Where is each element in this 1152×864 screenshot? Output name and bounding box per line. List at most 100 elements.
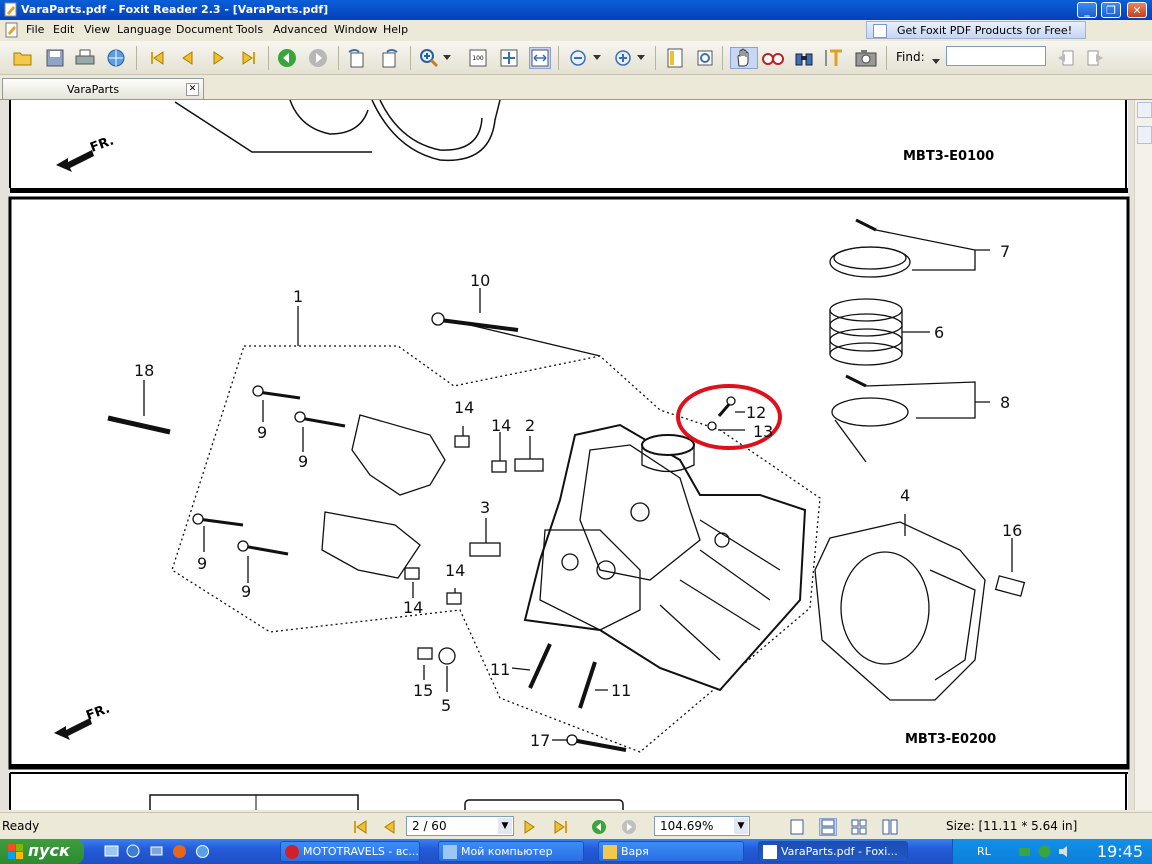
continuous-page-icon[interactable]: [694, 47, 716, 69]
find-next-icon[interactable]: [1085, 47, 1107, 69]
callout-18: 18: [134, 361, 154, 380]
status-forward-icon[interactable]: [620, 818, 638, 836]
callout-12: 12: [746, 403, 766, 422]
next-page-icon[interactable]: [208, 47, 230, 69]
status-previous-page-icon[interactable]: [380, 818, 398, 836]
tray-messenger-icon[interactable]: [1037, 844, 1052, 859]
callout-1: 1: [293, 287, 303, 306]
continuous-facing-view-icon[interactable]: [881, 818, 899, 836]
document-menu-icon[interactable]: [4, 22, 20, 38]
quicklaunch-network-icon[interactable]: [149, 844, 164, 859]
pdf-pages: FR. MBT3-E0100 1 2 3 4 5 6 7 8 9 9 9 9 1…: [0, 100, 1134, 810]
zoom-plus-icon[interactable]: [612, 47, 634, 69]
page-dropdown-chevron-icon[interactable]: ▼: [498, 818, 512, 834]
zoom-dropdown-chevron-icon[interactable]: [440, 47, 454, 69]
go-back-icon[interactable]: [276, 47, 298, 69]
quicklaunch-desktop-icon[interactable]: [104, 844, 119, 859]
promo-banner[interactable]: Get Foxit PDF Products for Free!: [866, 21, 1086, 39]
zoom-in-icon[interactable]: [418, 47, 440, 69]
rotate-right-icon[interactable]: [378, 47, 400, 69]
start-label: пуск: [28, 841, 70, 860]
zoom-level-text: 104.69%: [660, 819, 714, 833]
zoom-out-icon[interactable]: [567, 47, 589, 69]
language-indicator[interactable]: RL: [977, 845, 991, 858]
menu-help[interactable]: Help: [383, 23, 408, 36]
first-page-icon[interactable]: [146, 47, 168, 69]
callout-9b: 9: [298, 452, 308, 471]
menu-advanced[interactable]: Advanced: [273, 23, 327, 36]
save-icon[interactable]: [44, 47, 66, 69]
status-back-icon[interactable]: [590, 818, 608, 836]
quicklaunch-firefox-icon[interactable]: [172, 844, 187, 859]
menu-language[interactable]: Language: [117, 23, 171, 36]
find-binoculars-icon[interactable]: [793, 47, 815, 69]
status-first-page-icon[interactable]: [351, 818, 369, 836]
zoom-level-chevron-icon[interactable]: ▼: [734, 818, 748, 834]
callout-2: 2: [525, 416, 535, 435]
status-last-page-icon[interactable]: [552, 818, 570, 836]
actual-size-icon[interactable]: 100: [467, 47, 489, 69]
facing-view-icon[interactable]: [850, 818, 868, 836]
vertical-scrollbar[interactable]: [1134, 100, 1152, 810]
go-forward-icon[interactable]: [307, 47, 329, 69]
zoom-level-field[interactable]: 104.69% ▼: [654, 816, 750, 836]
status-next-page-icon[interactable]: [521, 818, 539, 836]
single-page-icon[interactable]: [664, 47, 686, 69]
single-page-view-icon[interactable]: [788, 818, 806, 836]
snapshot-camera-icon[interactable]: [855, 47, 877, 69]
print-icon[interactable]: [74, 47, 96, 69]
last-page-icon[interactable]: [238, 47, 260, 69]
callout-14a: 14: [454, 398, 474, 417]
callout-14c: 14: [445, 561, 465, 580]
tray-network-icon[interactable]: [1017, 844, 1032, 859]
zoom-plus-chevron-icon[interactable]: [634, 47, 648, 69]
restore-button[interactable]: ❐: [1101, 2, 1121, 18]
callout-11a: 11: [490, 660, 510, 679]
find-input[interactable]: [946, 46, 1046, 66]
close-button[interactable]: ✕: [1127, 2, 1147, 18]
start-button[interactable]: пуск: [0, 839, 84, 864]
menu-tools[interactable]: Tools: [236, 23, 263, 36]
menu-view[interactable]: View: [84, 23, 110, 36]
window-title: VaraParts.pdf - Foxit Reader 2.3 - [Vara…: [21, 3, 329, 16]
menu-window[interactable]: Window: [334, 23, 377, 36]
open-folder-icon[interactable]: [12, 47, 34, 69]
fit-page-icon[interactable]: [498, 47, 520, 69]
task-my-computer[interactable]: Мой компьютер: [438, 841, 584, 862]
tray-volume-icon[interactable]: [1057, 844, 1072, 859]
quicklaunch-ie-icon[interactable]: [195, 844, 210, 859]
callout-14d: 14: [403, 598, 423, 617]
find-previous-icon[interactable]: [1054, 47, 1076, 69]
minimize-button[interactable]: _: [1077, 2, 1097, 18]
email-globe-icon[interactable]: [105, 47, 127, 69]
rotate-left-icon[interactable]: [346, 47, 368, 69]
tab-varaparts[interactable]: VaraParts ✕: [2, 78, 204, 99]
task-mototravels[interactable]: MOTOTRAVELS - вс...: [280, 841, 420, 862]
menu-file[interactable]: File: [26, 23, 44, 36]
zoom-out-chevron-icon[interactable]: [590, 47, 604, 69]
fit-width-icon[interactable]: [529, 47, 551, 69]
task-folder[interactable]: Варя: [598, 841, 744, 862]
hand-tool-icon[interactable]: [730, 47, 758, 69]
page-number-field[interactable]: 2 / 60 ▼: [406, 816, 514, 836]
scroll-up-arrow[interactable]: [1137, 102, 1152, 118]
text-select-glasses-icon[interactable]: [762, 47, 784, 69]
continuous-view-icon[interactable]: [819, 818, 837, 836]
task-foxit-reader[interactable]: VaraParts.pdf - Foxi...: [758, 841, 908, 862]
text-tool-icon[interactable]: [824, 47, 846, 69]
previous-page-icon[interactable]: [176, 47, 198, 69]
menu-edit[interactable]: Edit: [53, 23, 74, 36]
find-label: Find:: [896, 50, 925, 64]
document-viewport[interactable]: FR. MBT3-E0100 1 2 3 4 5 6 7 8 9 9 9 9 1…: [0, 100, 1134, 810]
scroll-thumb[interactable]: [1137, 126, 1152, 144]
menu-document[interactable]: Document: [176, 23, 233, 36]
quicklaunch-explorer-icon[interactable]: [126, 844, 141, 859]
promo-text: Get Foxit PDF Products for Free!: [897, 24, 1073, 37]
status-text: Ready: [2, 819, 40, 833]
page-number-text: 2 / 60: [412, 819, 447, 833]
find-options-chevron-icon[interactable]: [932, 54, 940, 68]
system-tray: RL 19:45: [952, 839, 1152, 864]
callout-4: 4: [900, 486, 910, 505]
title-bar: VaraParts.pdf - Foxit Reader 2.3 - [Vara…: [0, 0, 1152, 20]
tab-close-icon[interactable]: ✕: [186, 83, 199, 96]
